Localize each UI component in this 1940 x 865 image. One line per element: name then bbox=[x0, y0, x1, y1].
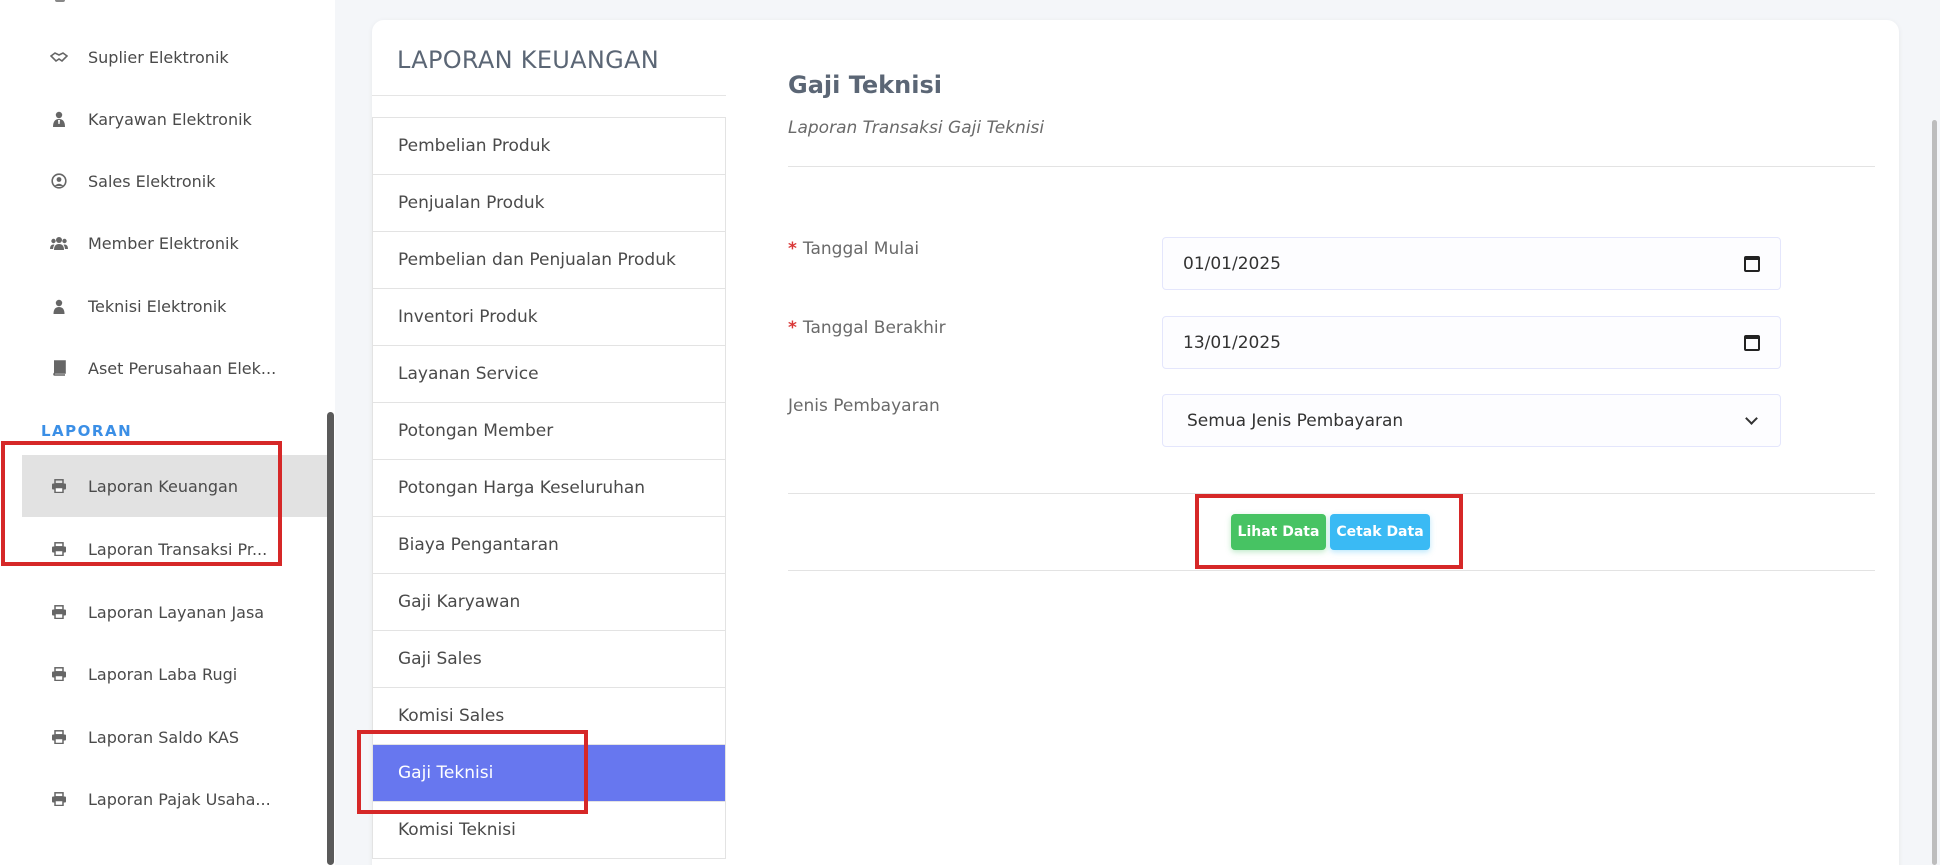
print-icon bbox=[50, 728, 68, 746]
sidebar-item-laporan-keuangan[interactable]: Laporan Keuangan bbox=[22, 455, 328, 517]
calendar-icon[interactable] bbox=[1744, 255, 1760, 272]
sidebar-item-label: Member Elektronik bbox=[88, 233, 239, 253]
partial-icon bbox=[55, 0, 65, 2]
sidebar-item-karyawan[interactable]: Karyawan Elektronik bbox=[22, 88, 328, 150]
start-date-label-text: Tanggal Mulai bbox=[802, 239, 920, 259]
report-menu-item[interactable]: Komisi Teknisi bbox=[373, 802, 725, 859]
start-date-input[interactable]: 01/01/2025 bbox=[1162, 237, 1781, 290]
report-menu-item[interactable]: Pembelian dan Penjualan Produk bbox=[373, 232, 725, 289]
sidebar-item-suplier[interactable]: Suplier Elektronik bbox=[22, 26, 328, 88]
sidebar-item-label: Laporan Laba Rugi bbox=[88, 664, 238, 684]
sidebar-item-teknisi[interactable]: Teknisi Elektronik bbox=[22, 275, 328, 337]
sidebar-item-label: Suplier Elektronik bbox=[88, 47, 229, 67]
sidebar-item-aset[interactable]: Aset Perusahaan Elek... bbox=[22, 337, 328, 399]
report-menu-item[interactable]: Gaji Sales bbox=[373, 631, 725, 688]
sidebar-item-label: Teknisi Elektronik bbox=[88, 296, 227, 316]
calendar-icon[interactable] bbox=[1744, 334, 1760, 351]
divider bbox=[788, 166, 1875, 167]
sidebar-item-label: Laporan Saldo KAS bbox=[88, 727, 240, 747]
divider bbox=[788, 570, 1875, 571]
user-circle-icon bbox=[50, 172, 68, 190]
report-menu-item[interactable]: Gaji Karyawan bbox=[373, 574, 725, 631]
report-menu-item[interactable]: Potongan Member bbox=[373, 403, 725, 460]
print-icon bbox=[50, 603, 68, 621]
end-date-label-text: Tanggal Berakhir bbox=[802, 318, 946, 338]
start-date-label: * Tanggal Mulai bbox=[788, 239, 919, 259]
payment-type-label: Jenis Pembayaran bbox=[788, 396, 940, 416]
end-date-value: 13/01/2025 bbox=[1183, 332, 1281, 353]
end-date-input[interactable]: 13/01/2025 bbox=[1162, 316, 1781, 369]
sidebar-item-label: Laporan Layanan Jasa bbox=[88, 602, 265, 622]
page-scrollbar[interactable] bbox=[1932, 120, 1937, 865]
sidebar-item-label: Laporan Transaksi Pr... bbox=[88, 539, 268, 559]
report-menu-list: Pembelian Produk Penjualan Produk Pembel… bbox=[372, 117, 726, 859]
sidebar-section-title: LAPORAN bbox=[41, 422, 133, 440]
report-menu-item[interactable]: Potongan Harga Keseluruhan bbox=[373, 460, 725, 517]
print-icon bbox=[50, 790, 68, 808]
sidebar-item-laporan-pajak[interactable]: Laporan Pajak Usaha... bbox=[22, 768, 328, 830]
form-title: Gaji Teknisi bbox=[788, 71, 942, 99]
sidebar-item-label: Sales Elektronik bbox=[88, 171, 216, 191]
sidebar-item-label: Aset Perusahaan Elek... bbox=[88, 358, 277, 378]
report-menu-item[interactable]: Biaya Pengantaran bbox=[373, 517, 725, 574]
sidebar-item-laporan-laba-rugi[interactable]: Laporan Laba Rugi bbox=[22, 643, 328, 705]
required-mark: * bbox=[788, 318, 797, 338]
sidebar: Suplier Elektronik Karyawan Elektronik S… bbox=[0, 0, 335, 865]
report-menu-title: LAPORAN KEUANGAN bbox=[397, 46, 660, 74]
report-menu-item-active[interactable]: Gaji Teknisi bbox=[373, 745, 725, 802]
sidebar-item-label: Laporan Pajak Usaha... bbox=[88, 789, 271, 809]
sidebar-item-laporan-layanan[interactable]: Laporan Layanan Jasa bbox=[22, 581, 328, 643]
user-icon bbox=[50, 297, 68, 315]
sidebar-item-laporan-transaksi[interactable]: Laporan Transaksi Pr... bbox=[22, 518, 328, 580]
report-menu-item[interactable]: Layanan Service bbox=[373, 346, 725, 403]
sidebar-item-member[interactable]: Member Elektronik bbox=[22, 212, 328, 274]
sidebar-item-sales[interactable]: Sales Elektronik bbox=[22, 150, 328, 212]
report-menu-item[interactable]: Inventori Produk bbox=[373, 289, 725, 346]
sidebar-item-label: Laporan Keuangan bbox=[88, 476, 238, 496]
handshake-icon bbox=[50, 48, 68, 66]
report-menu-item[interactable]: Komisi Sales bbox=[373, 688, 725, 745]
user-tie-icon bbox=[50, 110, 68, 128]
print-icon bbox=[50, 665, 68, 683]
print-icon bbox=[50, 540, 68, 558]
form-subtitle: Laporan Transaksi Gaji Teknisi bbox=[788, 118, 1045, 138]
divider bbox=[372, 95, 726, 96]
end-date-label: * Tanggal Berakhir bbox=[788, 318, 946, 338]
payment-type-select[interactable]: Semua Jenis Pembayaran bbox=[1162, 394, 1781, 447]
divider bbox=[788, 493, 1875, 494]
sidebar-item-laporan-saldo-kas[interactable]: Laporan Saldo KAS bbox=[22, 706, 328, 768]
chevron-down-icon bbox=[1745, 411, 1758, 425]
required-mark: * bbox=[788, 239, 797, 259]
print-icon bbox=[50, 477, 68, 495]
view-data-button[interactable]: Lihat Data bbox=[1231, 514, 1326, 550]
users-icon bbox=[50, 234, 68, 252]
book-icon bbox=[50, 359, 68, 377]
report-menu-item[interactable]: Penjualan Produk bbox=[373, 175, 725, 232]
start-date-value: 01/01/2025 bbox=[1183, 253, 1281, 274]
sidebar-scrollbar[interactable] bbox=[327, 412, 334, 865]
sidebar-item-label: Karyawan Elektronik bbox=[88, 109, 252, 129]
payment-type-value: Semua Jenis Pembayaran bbox=[1187, 410, 1404, 431]
print-data-button[interactable]: Cetak Data bbox=[1330, 514, 1430, 550]
report-menu-item[interactable]: Pembelian Produk bbox=[373, 118, 725, 175]
